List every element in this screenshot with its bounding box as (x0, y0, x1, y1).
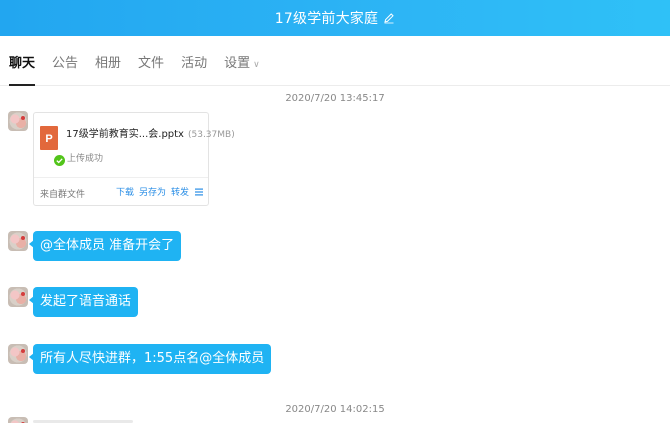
tab-label: 文件 (138, 55, 165, 71)
svg-text:P: P (45, 133, 52, 145)
message-bubble[interactable]: 发起了语音通话 (28, 287, 139, 317)
card-divider (34, 177, 208, 178)
message-bubble[interactable]: 所有人尽快进群，1:55点名@全体成员 (28, 344, 272, 374)
tab-label: 公告 (52, 55, 79, 71)
avatar[interactable] (8, 111, 28, 131)
avatar[interactable] (8, 417, 28, 423)
file-source: 来自群文件 (40, 190, 86, 200)
tab-announcement[interactable]: 公告 (52, 36, 78, 86)
message-bubble[interactable]: @全体成员 准备开会了 (28, 231, 182, 261)
chevron-down-icon: ∨ (253, 59, 260, 70)
tab-bar: 聊天 公告 相册 文件 活动 设置 ∨ (0, 36, 670, 86)
edit-pencil-icon[interactable] (383, 12, 395, 24)
title-bar: 17级学前大家庭 (0, 0, 670, 36)
chat-area[interactable]: 2020/7/20 13:45:17 P 17级学前教育实...会.pptx (5… (0, 87, 670, 423)
download-link[interactable]: 下载 (116, 185, 134, 198)
group-title: 17级学前大家庭 (274, 11, 379, 27)
message-timestamp: 2020/7/20 14:02:15 (285, 404, 385, 415)
check-circle-icon (54, 151, 65, 166)
tab-settings[interactable]: 设置 ∨ (224, 36, 260, 86)
avatar-decoration (21, 116, 25, 120)
avatar-decoration (21, 236, 25, 240)
file-actions: 下载 另存为 转发 (116, 185, 204, 198)
tab-files[interactable]: 文件 (138, 36, 164, 86)
tab-label: 活动 (181, 55, 208, 71)
forward-link[interactable]: 转发 (171, 185, 189, 198)
file-message-card[interactable]: P 17级学前教育实...会.pptx (53.37MB) 上传成功 来自群文件 … (33, 112, 235, 206)
upload-status: 上传成功 (67, 154, 104, 164)
file-name[interactable]: 17级学前教育实...会.pptx (53.37MB) (66, 125, 235, 140)
menu-icon[interactable] (194, 187, 204, 197)
tab-label: 聊天 (9, 55, 36, 71)
tab-activities[interactable]: 活动 (181, 36, 207, 86)
avatar-decoration (21, 349, 25, 353)
file-size: (53.37MB) (187, 130, 235, 140)
message-timestamp: 2020/7/20 13:45:17 (285, 93, 385, 104)
save-as-link[interactable]: 另存为 (139, 185, 166, 198)
file-name-text: 17级学前教育实...会.pptx (66, 129, 184, 140)
tab-label: 相册 (95, 55, 122, 71)
tab-chat[interactable]: 聊天 (9, 36, 36, 86)
avatar-decoration (21, 292, 25, 296)
avatar[interactable] (8, 344, 28, 364)
avatar[interactable] (8, 231, 28, 251)
tab-album[interactable]: 相册 (95, 36, 121, 86)
avatar[interactable] (8, 287, 28, 307)
tab-label: 设置 (224, 55, 251, 71)
ppt-file-icon: P (40, 126, 58, 150)
